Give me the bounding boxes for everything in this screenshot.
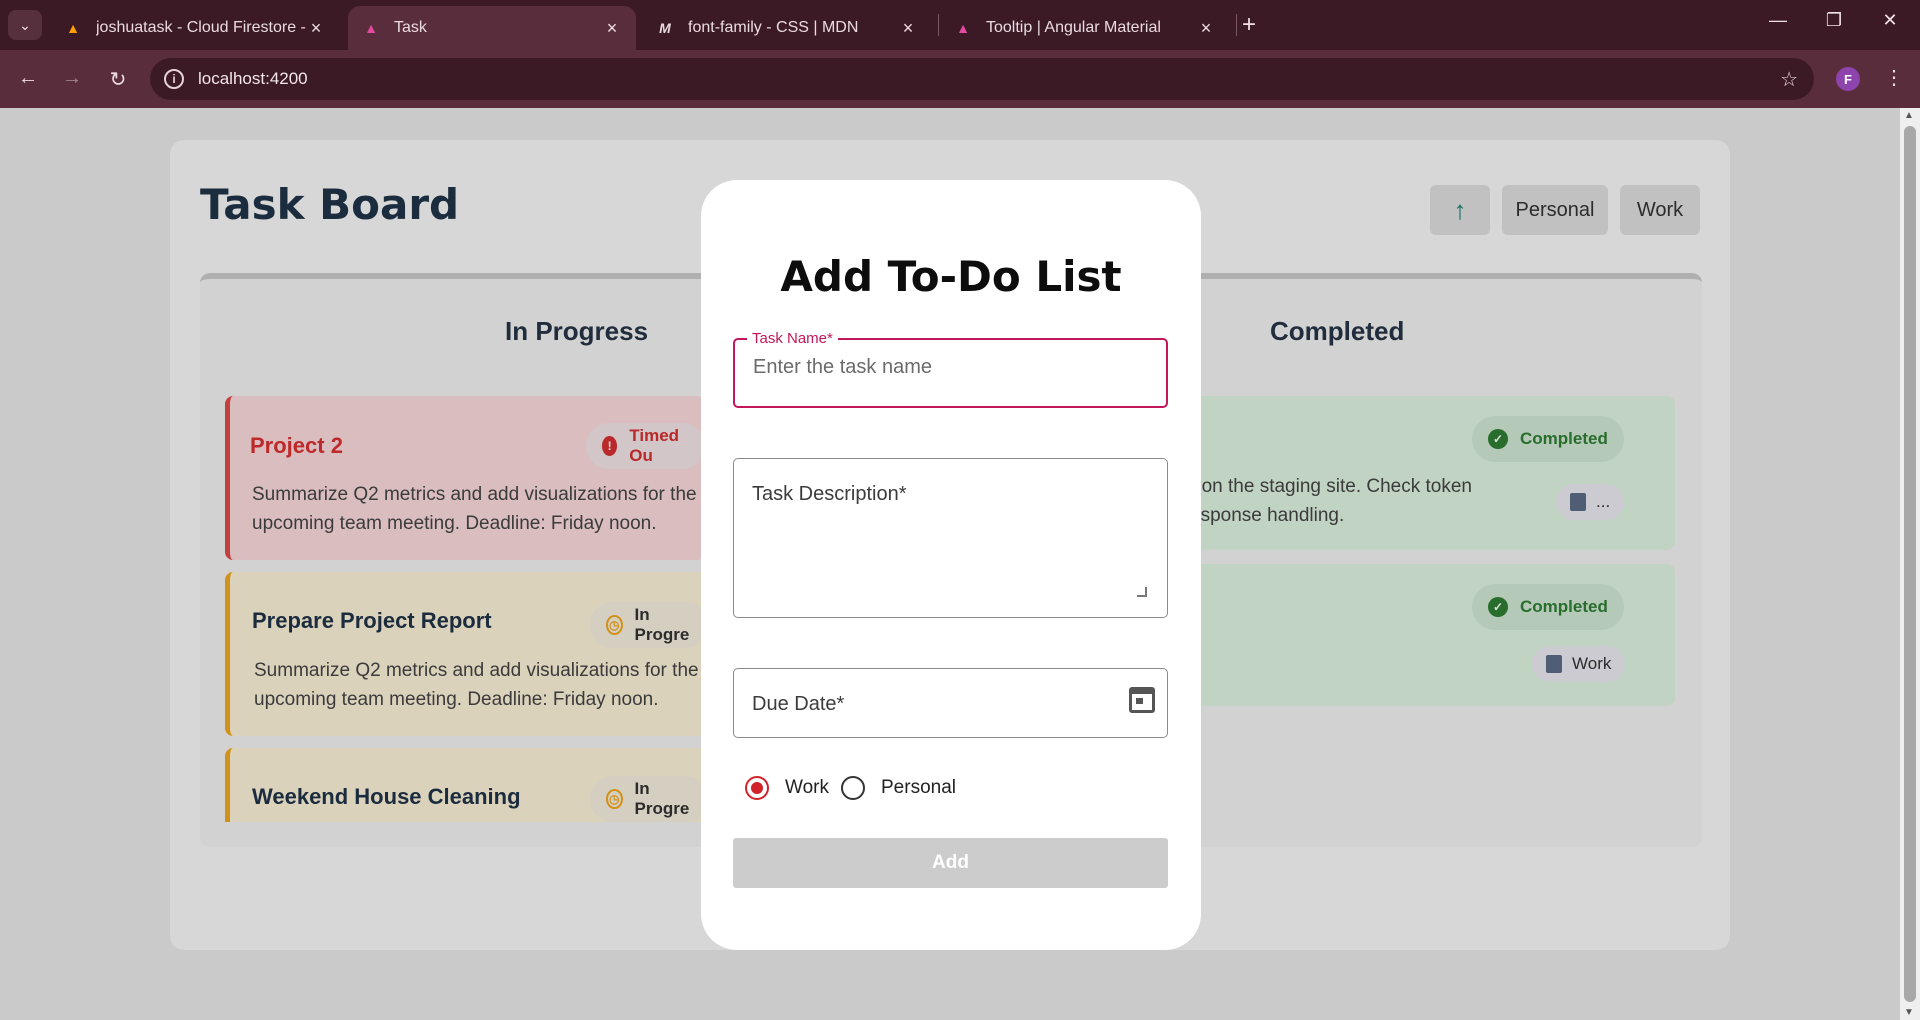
tab-task[interactable]: ▲ Task × (348, 6, 636, 50)
tab-separator (1236, 14, 1237, 36)
browser-toolbar: ← → ↻ i localhost:4200 ☆ (0, 50, 1920, 108)
radio-button[interactable] (841, 776, 865, 800)
tab-angular-material[interactable]: ▲ Tooltip | Angular Material × (940, 6, 1230, 50)
scrollbar-thumb[interactable] (1904, 126, 1916, 1002)
page-scrollbar[interactable]: ▲ ▼ (1900, 108, 1920, 1020)
close-tab-icon[interactable]: × (1196, 18, 1216, 39)
calendar-icon[interactable] (1129, 687, 1155, 713)
resize-handle-icon[interactable] (1137, 587, 1147, 597)
radio-label: Personal (881, 777, 956, 798)
tab-title: Task (394, 19, 427, 36)
url-text: localhost:4200 (198, 69, 308, 88)
browser-menu-icon[interactable]: ⋮ (1884, 65, 1904, 90)
scroll-up-icon[interactable]: ▲ (1904, 110, 1914, 121)
close-tab-icon[interactable]: × (602, 18, 622, 39)
restore-icon[interactable]: ❐ (1814, 10, 1854, 31)
tab-mdn[interactable]: M font-family - CSS | MDN × (642, 6, 932, 50)
tab-search-chevron-icon[interactable]: ⌄ (8, 10, 42, 40)
radio-label: Work (785, 777, 829, 798)
mdn-icon: M (659, 20, 671, 36)
profile-avatar[interactable]: F (1836, 67, 1860, 91)
forward-icon[interactable]: → (58, 67, 86, 90)
due-date-field[interactable]: Due Date* (733, 668, 1168, 738)
scroll-down-icon[interactable]: ▼ (1904, 1007, 1914, 1018)
minimize-icon[interactable]: — (1758, 10, 1798, 31)
reload-icon[interactable]: ↻ (104, 67, 132, 92)
task-name-field[interactable]: Task Name* (733, 330, 1168, 408)
close-tab-icon[interactable]: × (898, 18, 918, 39)
task-name-label: Task Name* (747, 330, 838, 347)
task-description-label: Task Description* (752, 483, 907, 505)
radio-work[interactable]: Work (745, 776, 829, 800)
new-tab-icon[interactable]: + (1242, 12, 1256, 38)
add-button[interactable]: Add (733, 838, 1168, 888)
browser-tab-bar: ⌄ ▲ joshuatask - Cloud Firestore - D × ▲… (0, 0, 1920, 50)
tab-title: font-family - CSS | MDN (688, 19, 859, 36)
close-window-icon[interactable]: ✕ (1870, 10, 1910, 31)
add-todo-dialog: Add To-Do List Task Name* Task Descripti… (701, 180, 1201, 950)
task-name-input[interactable] (753, 356, 1143, 379)
back-icon[interactable]: ← (14, 67, 42, 90)
angular-icon: ▲ (956, 20, 970, 36)
due-date-label: Due Date* (752, 693, 845, 715)
firebase-icon: ▲ (66, 20, 80, 36)
address-bar[interactable]: i localhost:4200 ☆ (150, 58, 1814, 100)
dialog-title: Add To-Do List (780, 252, 1122, 301)
tab-firestore[interactable]: ▲ joshuatask - Cloud Firestore - D × (50, 6, 340, 50)
radio-personal[interactable]: Personal (841, 776, 956, 800)
tab-title: Tooltip | Angular Material (986, 19, 1161, 36)
tab-title: joshuatask - Cloud Firestore - D (96, 19, 306, 36)
radio-button[interactable] (745, 776, 769, 800)
task-description-field[interactable]: Task Description* (733, 458, 1168, 618)
site-info-icon[interactable]: i (164, 69, 184, 89)
angular-icon: ▲ (364, 20, 378, 36)
tab-separator (938, 14, 939, 36)
bookmark-star-icon[interactable]: ☆ (1780, 67, 1798, 92)
close-tab-icon[interactable]: × (306, 18, 326, 39)
